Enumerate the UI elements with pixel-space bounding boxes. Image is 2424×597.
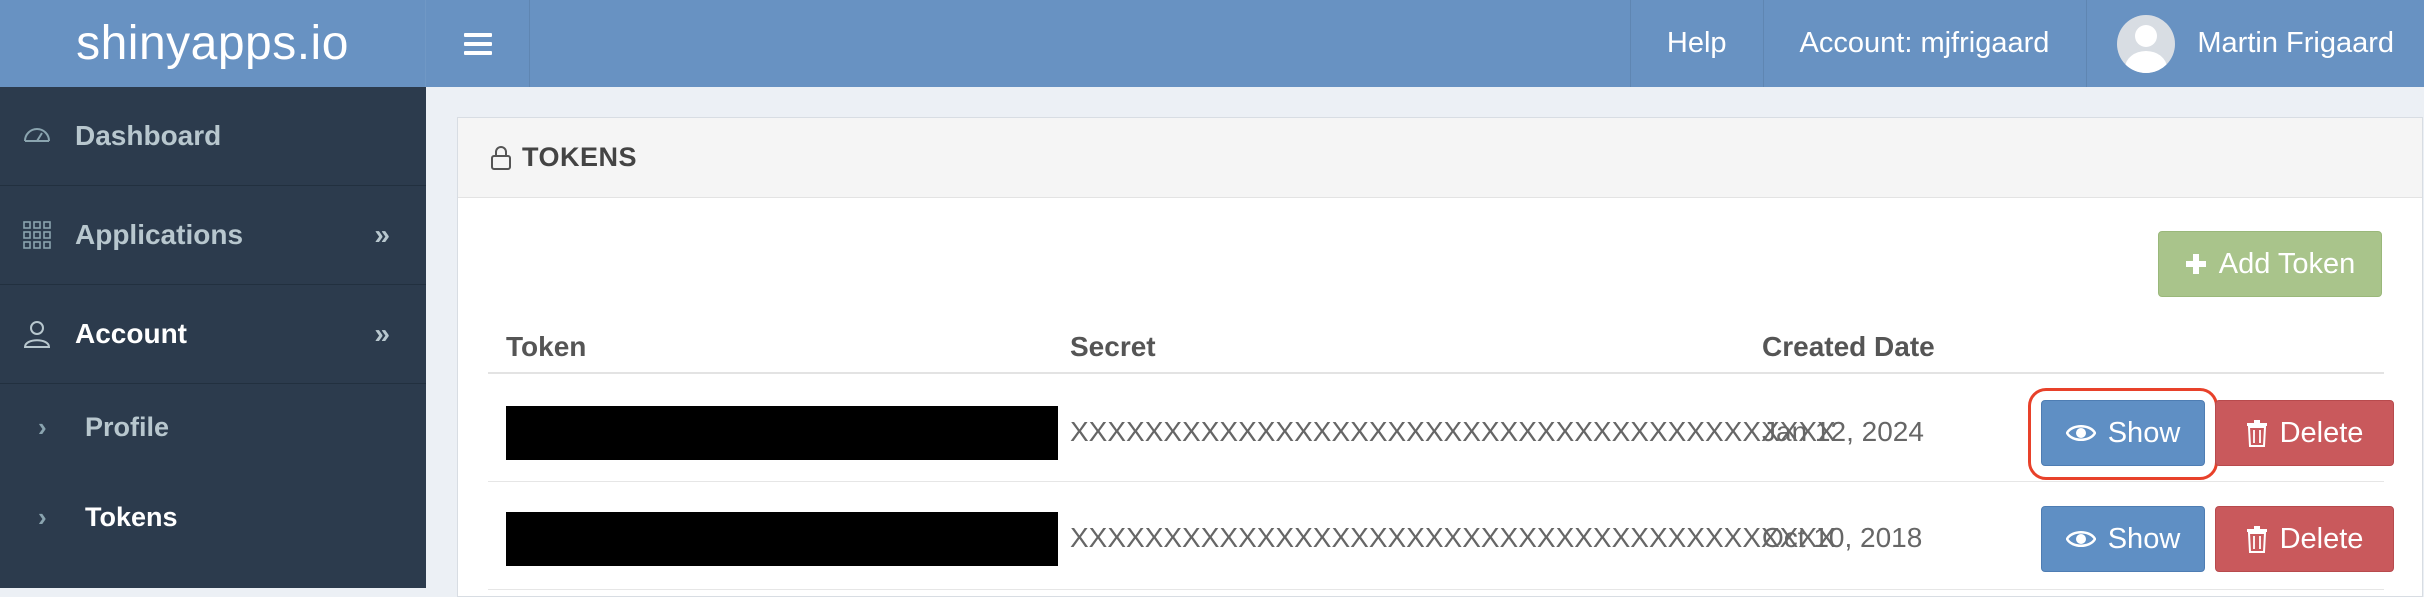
brand-logo[interactable]: shinyapps.io: [0, 0, 426, 87]
secret-value: XXXXXXXXXXXXXXXXXXXXXXXXXXXXXXXXXXXXXXXX…: [1070, 522, 1836, 553]
sidebar-subitem-label: Profile: [85, 411, 170, 442]
sidebar-subitem-tokens[interactable]: › Tokens: [0, 472, 426, 562]
sidebar-toggle-button[interactable]: [426, 0, 530, 87]
sidebar-item-dashboard[interactable]: Dashboard: [0, 87, 426, 186]
add-token-button[interactable]: Add Token: [2158, 231, 2382, 297]
delete-label: Delete: [2279, 416, 2364, 449]
navbar-right: Help Account: mjfrigaard Martin Frigaard: [1629, 0, 2424, 87]
user-icon: [23, 321, 51, 348]
sidebar-item-account[interactable]: Account »: [0, 285, 426, 384]
sidebar-item-label: Applications: [75, 219, 244, 250]
token-value-redacted: [506, 406, 1058, 460]
delete-button[interactable]: Delete: [2215, 506, 2394, 572]
sidebar-item-label: Dashboard: [75, 120, 222, 151]
sidebar-item-applications[interactable]: Applications »: [0, 186, 426, 285]
chevron-right-icon: ›: [38, 501, 47, 532]
table-header: Token Secret Created Date: [488, 313, 2384, 374]
chevron-double-right-icon: »: [374, 318, 390, 349]
top-navbar: shinyapps.io Help Account: mjfrigaard Ma…: [0, 0, 2424, 87]
sidebar: Dashboard Applications » Account » › Pro…: [0, 87, 426, 588]
token-value-redacted: [506, 512, 1058, 566]
tokens-panel: TOKENS Add Token Token Secret Created Da…: [457, 117, 2423, 597]
eye-icon: [2065, 531, 2096, 547]
chevron-right-icon: ›: [38, 411, 47, 442]
secret-value: XXXXXXXXXXXXXXXXXXXXXXXXXXXXXXXXXXXXXXXX…: [1070, 416, 1836, 447]
hamburger-icon: [463, 32, 492, 55]
chevron-double-right-icon: »: [374, 219, 390, 250]
show-button[interactable]: Show: [2041, 400, 2205, 466]
delete-label: Delete: [2279, 522, 2364, 555]
trash-icon: [2246, 420, 2267, 447]
show-button[interactable]: Show: [2041, 506, 2205, 572]
column-header-secret: Secret: [1070, 331, 1156, 362]
grid-icon: [23, 221, 51, 249]
table-row: XXXXXXXXXXXXXXXXXXXXXXXXXXXXXXXXXXXXXXXX…: [488, 482, 2394, 590]
table-row: XXXXXXXXXXXXXXXXXXXXXXXXXXXXXXXXXXXXXXXX…: [488, 374, 2394, 482]
main-content: TOKENS Add Token Token Secret Created Da…: [426, 87, 2424, 597]
show-label: Show: [2107, 522, 2181, 555]
show-label: Show: [2107, 416, 2181, 449]
panel-header: TOKENS: [458, 118, 2422, 198]
lock-icon: [491, 145, 511, 170]
sidebar-subitem-label: Tokens: [85, 501, 178, 532]
column-header-created-date: Created Date: [1762, 331, 1935, 362]
created-date: Oct 10, 2018: [1762, 522, 1923, 553]
account-switcher[interactable]: Account: mjfrigaard: [1762, 0, 2087, 87]
avatar: [2117, 14, 2176, 73]
column-header-token: Token: [506, 331, 587, 362]
sidebar-subitem-profile[interactable]: › Profile: [0, 382, 426, 472]
eye-icon: [2065, 425, 2096, 441]
add-token-label: Add Token: [2218, 247, 2356, 280]
created-date: Jan 12, 2024: [1762, 416, 1924, 447]
delete-button[interactable]: Delete: [2215, 400, 2394, 466]
dashboard-icon: [24, 128, 50, 142]
user-name: Martin Frigaard: [2197, 27, 2394, 59]
help-link[interactable]: Help: [1629, 0, 1763, 87]
plus-icon: [2185, 254, 2206, 274]
user-menu[interactable]: Martin Frigaard: [2086, 0, 2424, 87]
sidebar-item-label: Account: [75, 318, 187, 349]
panel-title: TOKENS: [522, 142, 638, 172]
trash-icon: [2246, 526, 2267, 553]
